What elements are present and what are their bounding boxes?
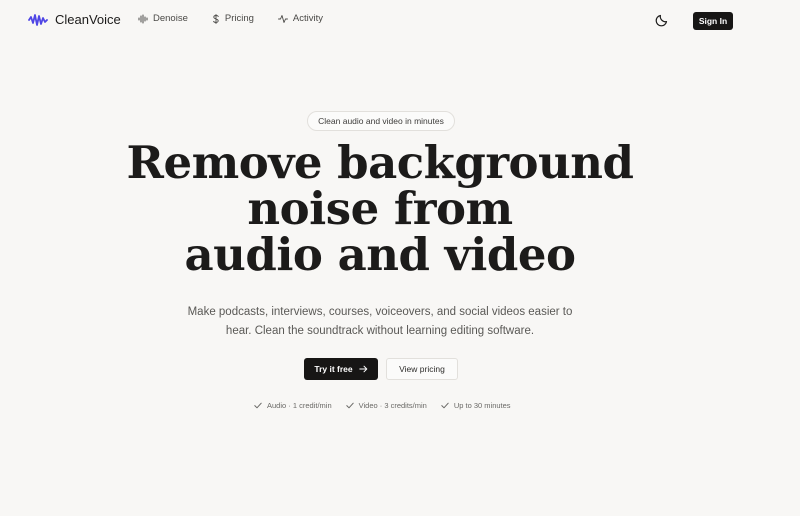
nav-item-pricing[interactable]: Pricing [212,13,254,24]
feature-label: Up to 30 minutes [453,401,511,410]
feature-label: Audio · 1 credit/min [267,401,332,410]
top-nav: CleanVoice Denoise Pricing Activity Sign… [0,0,800,42]
moon-icon [655,14,668,27]
brand-logo[interactable]: CleanVoice [28,12,121,27]
try-free-label: Try it free [314,364,353,374]
hero-badge: Clean audio and video in minutes [307,111,455,131]
hero-subtitle: Make podcasts, interviews, courses, voic… [180,303,580,341]
brand-name: CleanVoice [55,12,121,27]
feature-label: Video · 3 credits/min [358,401,427,410]
check-icon [441,402,449,409]
feature-item: Video · 3 credits/min [345,401,427,410]
headline-line: audio and video [184,228,576,281]
theme-toggle-button[interactable] [654,12,670,28]
view-pricing-button[interactable]: View pricing [386,358,458,380]
feature-list: Audio · 1 credit/min Video · 3 credits/m… [254,401,511,410]
sign-in-button[interactable]: Sign In [693,12,733,30]
nav-links: Denoise Pricing Activity [138,13,323,24]
headline-line: noise from [247,182,513,235]
subtitle-line: Make podcasts, interviews, courses, voic… [187,306,573,318]
nav-item-label: Activity [292,13,323,24]
subtitle-line: hear. Clean the soundtrack without learn… [225,325,535,337]
dollar-icon [213,13,219,24]
check-icon [254,402,262,409]
hero-headline: Remove background noise from audio and v… [0,140,760,278]
feature-item: Audio · 1 credit/min [254,401,332,410]
nav-item-activity[interactable]: Activity [277,13,323,24]
check-icon [345,402,354,409]
nav-item-label: Pricing [224,13,254,24]
nav-item-label: Denoise [153,13,188,24]
audio-lines-icon [138,14,148,23]
activity-icon [277,14,288,23]
headline-line: Remove background [126,136,634,189]
nav-item-denoise[interactable]: Denoise [138,13,188,24]
feature-item: Up to 30 minutes [441,401,511,410]
waveform-icon [28,13,48,26]
arrow-right-icon [358,365,367,373]
try-free-button[interactable]: Try it free [304,358,378,380]
